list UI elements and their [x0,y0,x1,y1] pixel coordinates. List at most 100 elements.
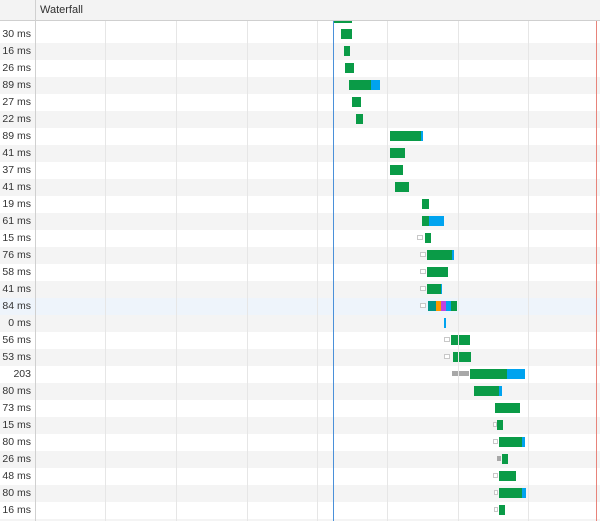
timing-segment-queueing [420,252,426,257]
timing-segment-waiting-ttfb [499,488,522,498]
request-row[interactable]: 48 ms [0,468,600,485]
timing-segment-waiting-ttfb [422,199,429,209]
timing-segment-waiting-ttfb [427,250,452,260]
timing-segment-waiting-ttfb [390,131,421,141]
request-row[interactable]: 41 ms [0,281,600,298]
request-duration: 48 ms [2,470,31,482]
request-row[interactable]: 30 ms [0,26,600,43]
request-duration: 73 ms [2,402,31,414]
request-row[interactable]: 73 ms [0,400,600,417]
request-row[interactable]: 89 ms [0,77,600,94]
request-duration: 56 ms [2,334,31,346]
request-duration: 41 ms [2,283,31,295]
timing-segment-waiting-ttfb [425,233,431,243]
request-row[interactable]: 16 ms [0,43,600,60]
request-duration: 30 ms [2,28,31,40]
request-duration: 80 ms [2,385,31,397]
timing-segment-waiting-ttfb [497,420,503,430]
request-row[interactable]: 15 ms [0,230,600,247]
timing-segment-waiting-ttfb [474,386,499,396]
timing-segment-queueing [493,439,498,444]
request-duration: 27 ms [2,96,31,108]
request-row[interactable]: 76 ms [0,247,600,264]
request-row[interactable]: 27 ms [0,94,600,111]
request-row[interactable]: 84 ms [0,298,600,315]
timing-segment-waiting-ttfb [341,29,352,39]
request-duration: 0 ms [8,317,31,329]
request-duration: 15 ms [2,419,31,431]
request-duration: 61 ms [2,215,31,227]
dom-content-loaded-line [333,21,334,521]
timing-segment-content-download [452,250,454,260]
request-row[interactable]: 26 ms [0,60,600,77]
timing-segment-content-download [522,437,525,447]
timing-segment-waiting-ttfb [390,165,403,175]
timing-segment-waiting-ttfb [344,46,350,56]
request-duration: 19 ms [2,198,31,210]
request-row[interactable]: 56 ms [0,332,600,349]
request-duration: 80 ms [2,436,31,448]
request-row[interactable]: 41 ms [0,145,600,162]
timing-segment-content-download [507,369,525,379]
request-row[interactable]: 16 ms [0,502,600,519]
waterfall-column-title: Waterfall [40,4,83,16]
request-duration: 37 ms [2,164,31,176]
timing-segment-queueing [420,286,426,291]
timing-segment-waiting-ttfb [349,80,371,90]
request-row[interactable]: 80 ms [0,434,600,451]
timing-segment-waiting-ttfb [427,284,441,294]
timeline-gridline [105,21,106,521]
timing-segment-queueing [420,269,426,274]
request-row[interactable]: 0 ms [0,315,600,332]
timing-segment-queueing [494,507,498,512]
request-row[interactable]: 80 ms [0,485,600,502]
timing-segment-waiting-ttfb [499,437,522,447]
timing-segment-waiting-ttfb [451,301,457,311]
request-bar-partial [334,21,352,23]
timeline-gridline [247,21,248,521]
request-row[interactable]: 58 ms [0,264,600,281]
request-row[interactable]: 61 ms [0,213,600,230]
request-duration: 80 ms [2,487,31,499]
request-duration: 89 ms [2,79,31,91]
timing-segment-waiting-ttfb [495,403,520,413]
request-duration: 89 ms [2,130,31,142]
timeline-gridline [176,21,177,521]
request-row[interactable]: 203 ms [0,366,600,397]
timing-segment-waiting-ttfb [499,505,505,515]
timing-segment-waiting-ttfb [427,267,448,277]
request-duration: 26 ms [2,453,31,465]
timing-segment-content-download [421,131,423,141]
request-duration: 84 ms [2,300,31,312]
request-row[interactable]: 89 ms [0,128,600,145]
timeline-gridline [458,21,459,521]
timing-segment-waiting-ttfb [395,182,409,192]
request-duration: 22 ms [2,113,31,125]
timing-segment-content-download [522,488,526,498]
request-duration: 76 ms [2,249,31,261]
timing-segment-content-download [499,386,502,396]
timing-segment-content-download [444,318,446,328]
timing-segment-queueing [420,303,426,308]
request-duration: 16 ms [2,504,31,516]
timeline-gridline [387,21,388,521]
timing-segment-waiting-ttfb [390,148,405,158]
request-duration: 16 ms [2,45,31,57]
request-row[interactable]: 53 ms [0,349,600,366]
request-row[interactable]: 80 ms [0,383,600,400]
timing-segment-queueing [417,235,423,240]
timing-segment-waiting-ttfb [499,471,516,481]
request-row[interactable]: 22 ms [0,111,600,128]
request-duration: 41 ms [2,147,31,159]
request-duration: 58 ms [2,266,31,278]
request-row[interactable]: 19 ms [0,196,600,213]
waterfall-header[interactable]: Waterfall [0,0,600,21]
request-row[interactable]: 37 ms [0,162,600,179]
request-row[interactable]: 41 ms [0,179,600,196]
timing-segment-queueing [444,337,450,342]
timeline-gridline [317,21,318,521]
timing-segment-content-download [371,80,380,90]
request-row[interactable]: 15 ms [0,417,600,434]
timing-segment-queueing [494,490,498,495]
request-row[interactable]: 26 ms [0,451,600,468]
